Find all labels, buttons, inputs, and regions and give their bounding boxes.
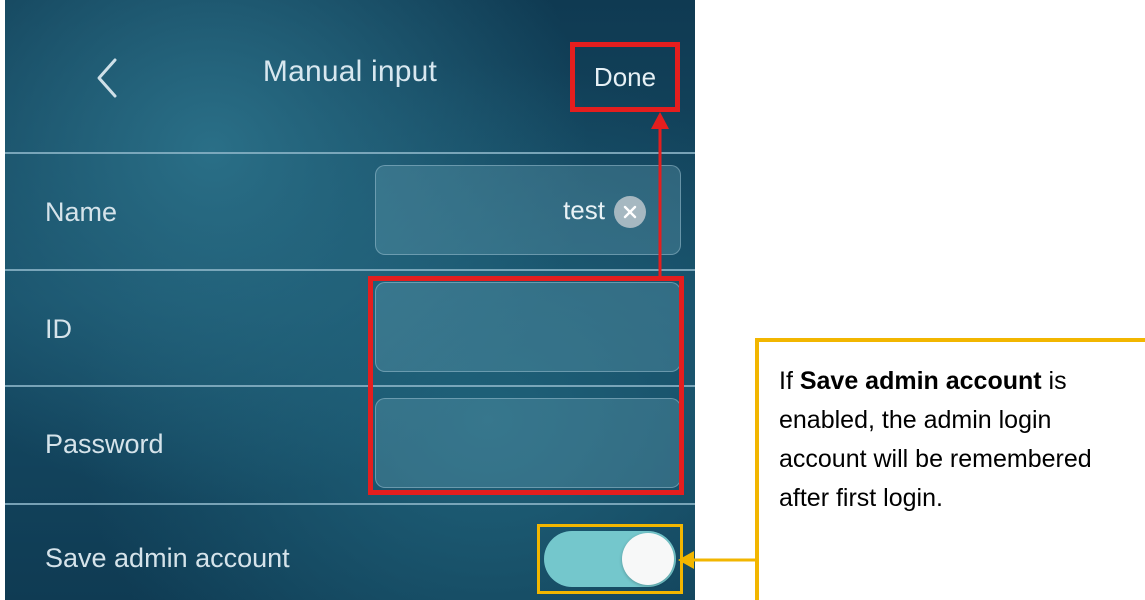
divider bbox=[5, 503, 695, 505]
id-label: ID bbox=[45, 314, 72, 344]
divider bbox=[5, 269, 695, 271]
clear-icon[interactable] bbox=[614, 196, 646, 228]
toggle-knob bbox=[622, 533, 674, 585]
callout-box: If Save admin account is enabled, the ad… bbox=[755, 338, 1145, 600]
name-field-container bbox=[375, 165, 681, 255]
arrow-to-toggle bbox=[678, 551, 758, 569]
navigation-bar: Manual input Done bbox=[5, 0, 695, 152]
id-password-highlight bbox=[368, 276, 684, 495]
arrow-to-done bbox=[651, 112, 669, 280]
x-icon bbox=[623, 205, 637, 219]
done-button[interactable]: Done bbox=[570, 42, 680, 112]
callout-bold: Save admin account bbox=[799, 367, 1042, 395]
password-label: Password bbox=[45, 429, 164, 459]
phone-screen: Manual input Done Name ID Password Save … bbox=[5, 0, 695, 600]
name-label: Name bbox=[45, 197, 118, 227]
save-admin-label: Save admin account bbox=[45, 543, 290, 573]
callout-text: If Save admin account is enabled, the ad… bbox=[779, 367, 1092, 512]
save-admin-toggle[interactable] bbox=[544, 531, 676, 587]
divider bbox=[5, 152, 695, 154]
